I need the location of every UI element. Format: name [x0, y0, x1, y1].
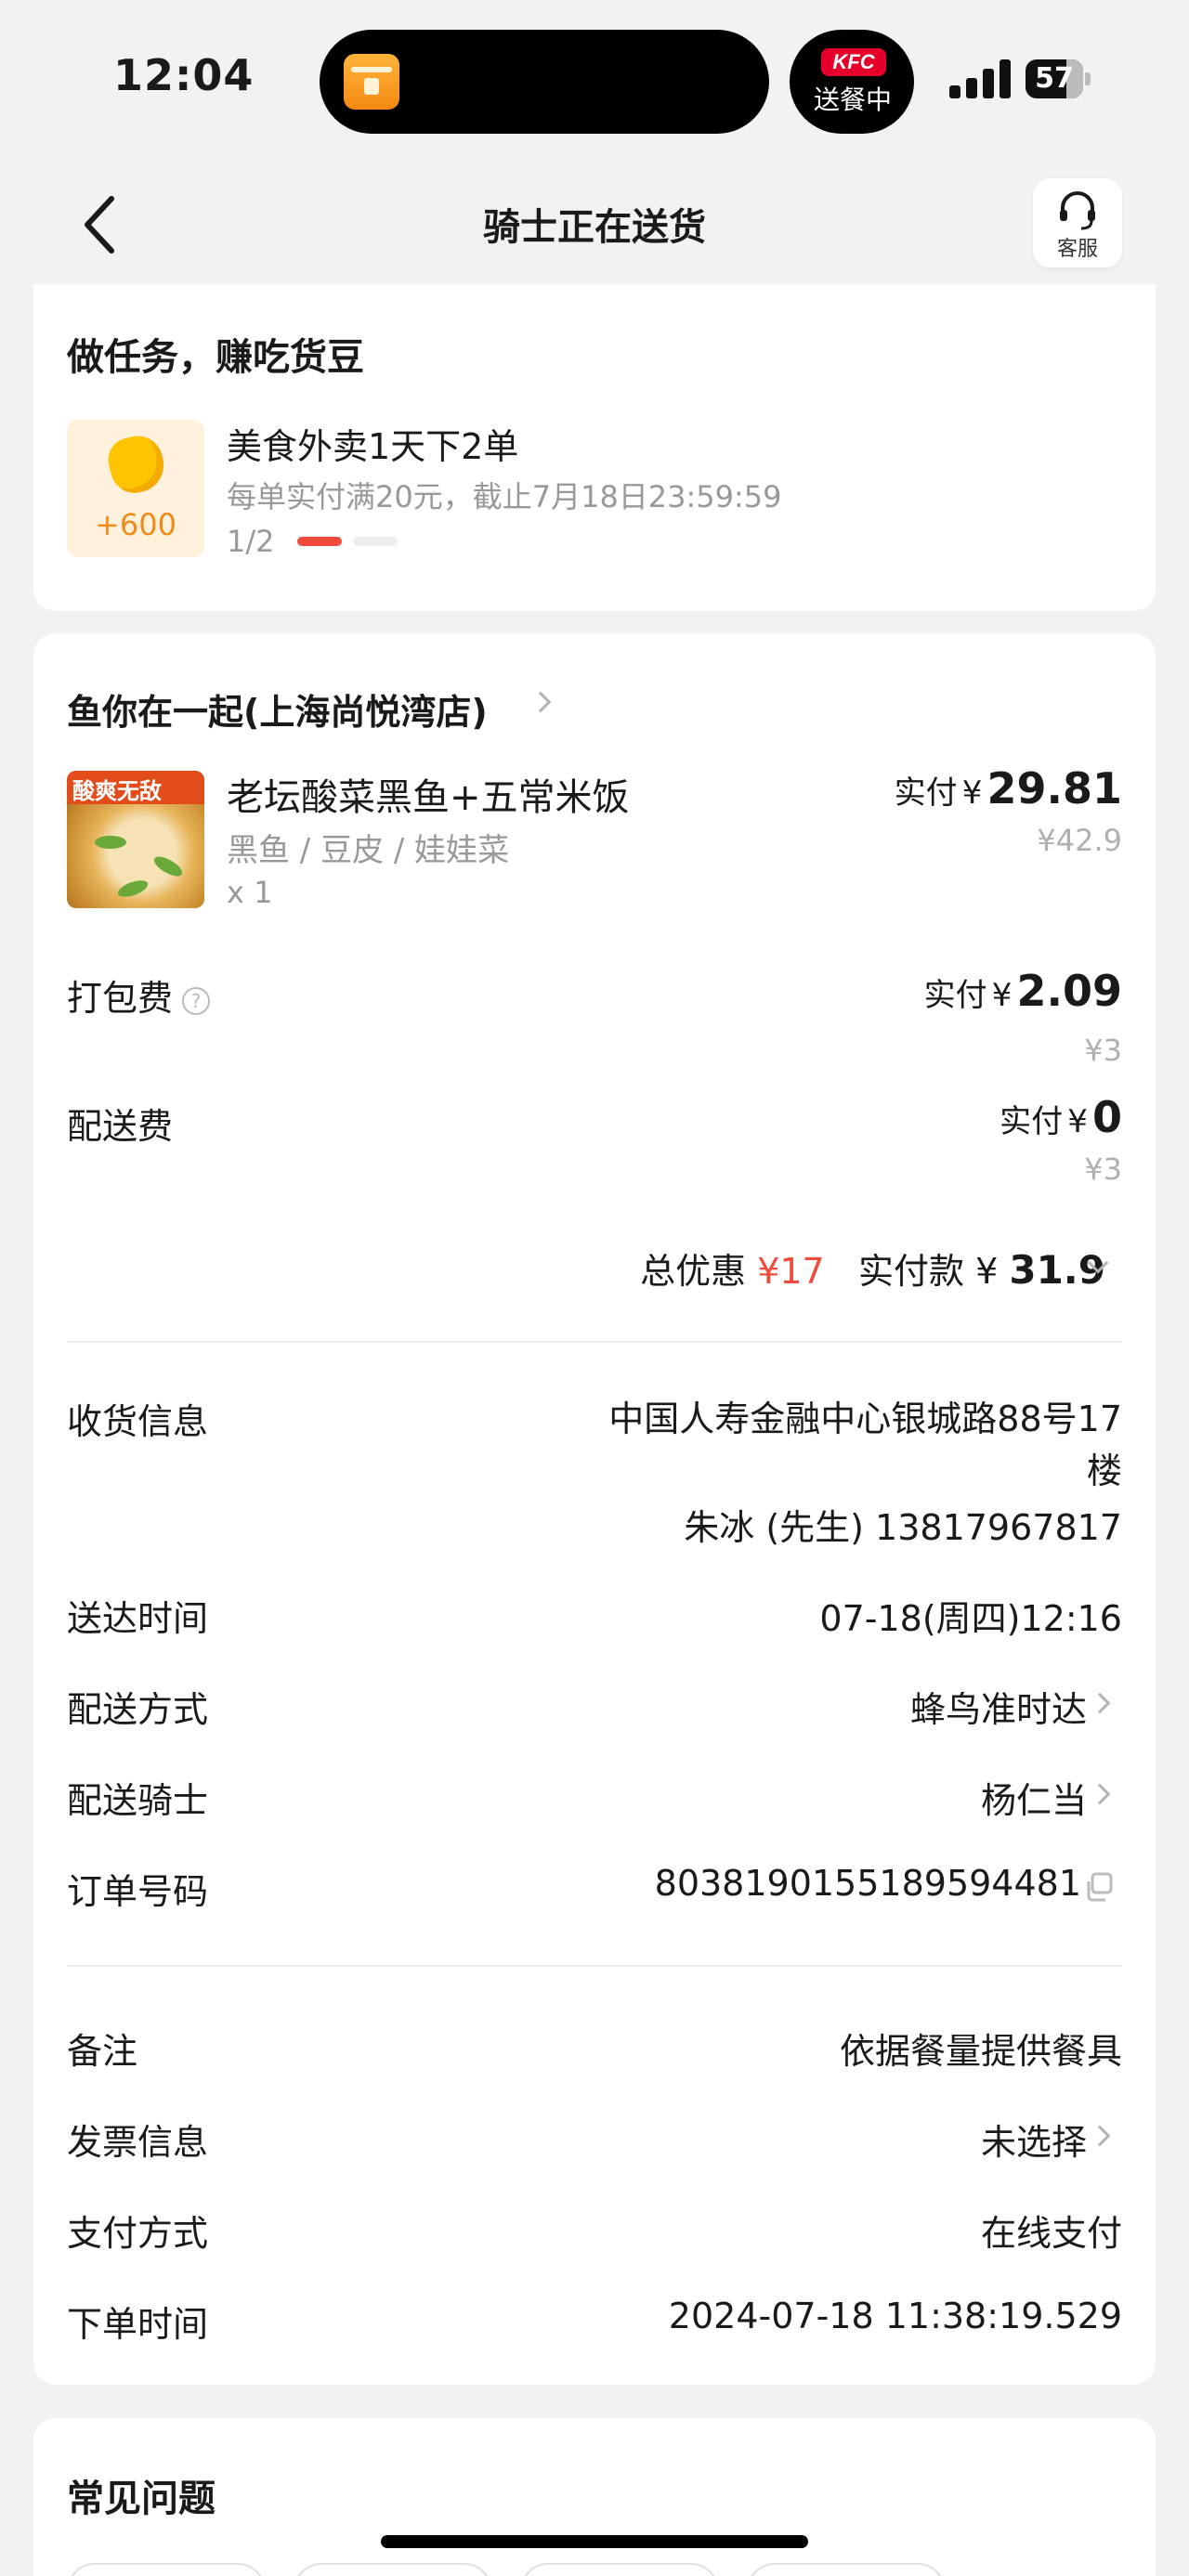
back-button[interactable] [76, 193, 128, 256]
arrival-time-value: 07-18(周四)12:16 [819, 1598, 1122, 1639]
contact-value: 朱冰 (先生) 13817967817 [684, 1507, 1122, 1548]
paid-label: 实付 [923, 977, 987, 1014]
order-time-value: 2024-07-18 11:38:19.529 [668, 2296, 1122, 2336]
headset-icon [1060, 191, 1095, 230]
address-label: 收货信息 [67, 1401, 209, 1442]
home-indicator[interactable] [381, 2535, 808, 2548]
rider-value[interactable]: 杨仁当 [981, 1772, 1087, 1823]
cellular-signal-icon [949, 58, 1011, 98]
faq-chip[interactable] [520, 2563, 719, 2576]
packing-original-price: ¥3 [1084, 1033, 1122, 1068]
food-original-price: ¥42.9 [1037, 823, 1122, 858]
address-value: 中国人寿金融中心银城路88号17楼 [608, 1399, 1122, 1491]
chevron-left-icon [85, 196, 114, 254]
arrival-time-label: 送达时间 [67, 1598, 209, 1639]
paid-total-label: 实付款 [857, 1251, 964, 1292]
invoice-value[interactable]: 未选择 [981, 2114, 1087, 2165]
delivery-paid-price: 实付 ¥ 0 [1000, 1092, 1122, 1142]
task-progress-segment-done [297, 537, 342, 546]
rider-label: 配送骑士 [67, 1780, 209, 1821]
currency-symbol: ¥ [991, 977, 1013, 1014]
currency-symbol: ¥ [961, 774, 983, 812]
food-image[interactable]: 酸爽无敌 [67, 771, 204, 908]
paid-amount: 29.81 [986, 763, 1122, 813]
copy-icon[interactable] [1083, 1870, 1113, 1902]
paid-amount: 0 [1091, 1092, 1122, 1142]
customer-service-label: 客服 [1056, 238, 1098, 261]
store-name[interactable]: 鱼你在一起(上海尚悦湾店) [67, 683, 488, 735]
live-activity-status: 送餐中 [813, 85, 892, 115]
delivery-method-label: 配送方式 [67, 1689, 209, 1730]
page-title: 骑士正在送货 [483, 206, 706, 249]
order-time-label: 下单时间 [67, 2304, 209, 2345]
reward-amount: +600 [95, 507, 176, 542]
order-number-label: 订单号码 [67, 1871, 209, 1912]
customer-service-button[interactable]: 客服 [1033, 178, 1122, 267]
payment-method-value: 在线支付 [980, 2213, 1122, 2254]
task-progress-segment-pending [353, 537, 398, 546]
discount-amount: ¥17 [757, 1251, 825, 1292]
faq-chip[interactable] [294, 2563, 492, 2576]
packing-fee-label: 打包费? [67, 969, 211, 1021]
order-total-summary[interactable]: 总优惠 ¥17 实付款 ¥ 31.9 [640, 1242, 1105, 1294]
packing-fee-text: 打包费 [67, 978, 174, 1019]
remark-label: 备注 [67, 2031, 138, 2072]
help-icon[interactable]: ? [182, 986, 211, 1015]
payment-method-label: 支付方式 [67, 2213, 209, 2254]
invoice-label: 发票信息 [67, 2122, 209, 2163]
packing-paid-price: 实付 ¥ 2.09 [924, 966, 1122, 1016]
faq-chip[interactable] [67, 2563, 266, 2576]
task-description: 每单实付满20元，截止7月18日23:59:59 [227, 479, 782, 514]
faq-title: 常见问题 [67, 2478, 216, 2520]
task-card-title: 做任务，赚吃货豆 [67, 336, 364, 379]
currency-symbol: ¥ [1067, 1103, 1088, 1140]
divider [67, 1341, 1122, 1343]
food-paid-price: 实付 ¥ 29.81 [895, 763, 1122, 813]
food-quantity: x 1 [227, 875, 273, 910]
divider [67, 1965, 1122, 1967]
battery-icon: 57 [1026, 59, 1083, 98]
delivery-method-value[interactable]: 蜂鸟准时达 [910, 1681, 1087, 1732]
remark-value: 依据餐量提供餐具 [839, 2031, 1122, 2072]
discount-label: 总优惠 [640, 1251, 747, 1292]
order-number-value: 8038190155189594481 [654, 1863, 1081, 1904]
paid-label: 实付 [894, 774, 958, 812]
paid-amount: 2.09 [1016, 966, 1123, 1016]
faq-chip[interactable] [747, 2563, 946, 2576]
battery-level: 57 [1035, 62, 1074, 95]
paid-label: 实付 [1000, 1103, 1064, 1140]
task-progress-text: 1/2 [227, 524, 275, 559]
task-name[interactable]: 美食外卖1天下2单 [227, 418, 518, 469]
food-options: 黑鱼 / 豆皮 / 娃娃菜 [227, 832, 510, 869]
delivery-box-icon [344, 54, 399, 110]
delivery-original-price: ¥3 [1084, 1151, 1122, 1187]
status-time: 12:04 [113, 50, 255, 100]
currency-symbol: ¥ [975, 1251, 999, 1292]
paid-total: 31.9 [1009, 1247, 1105, 1293]
delivery-fee-label: 配送费 [67, 1106, 174, 1147]
food-badge: 酸爽无敌 [72, 778, 162, 804]
kfc-logo: KFC [821, 48, 886, 76]
battery-cap [1085, 72, 1091, 85]
food-name: 老坛酸菜黑鱼+五常米饭 [227, 776, 630, 819]
